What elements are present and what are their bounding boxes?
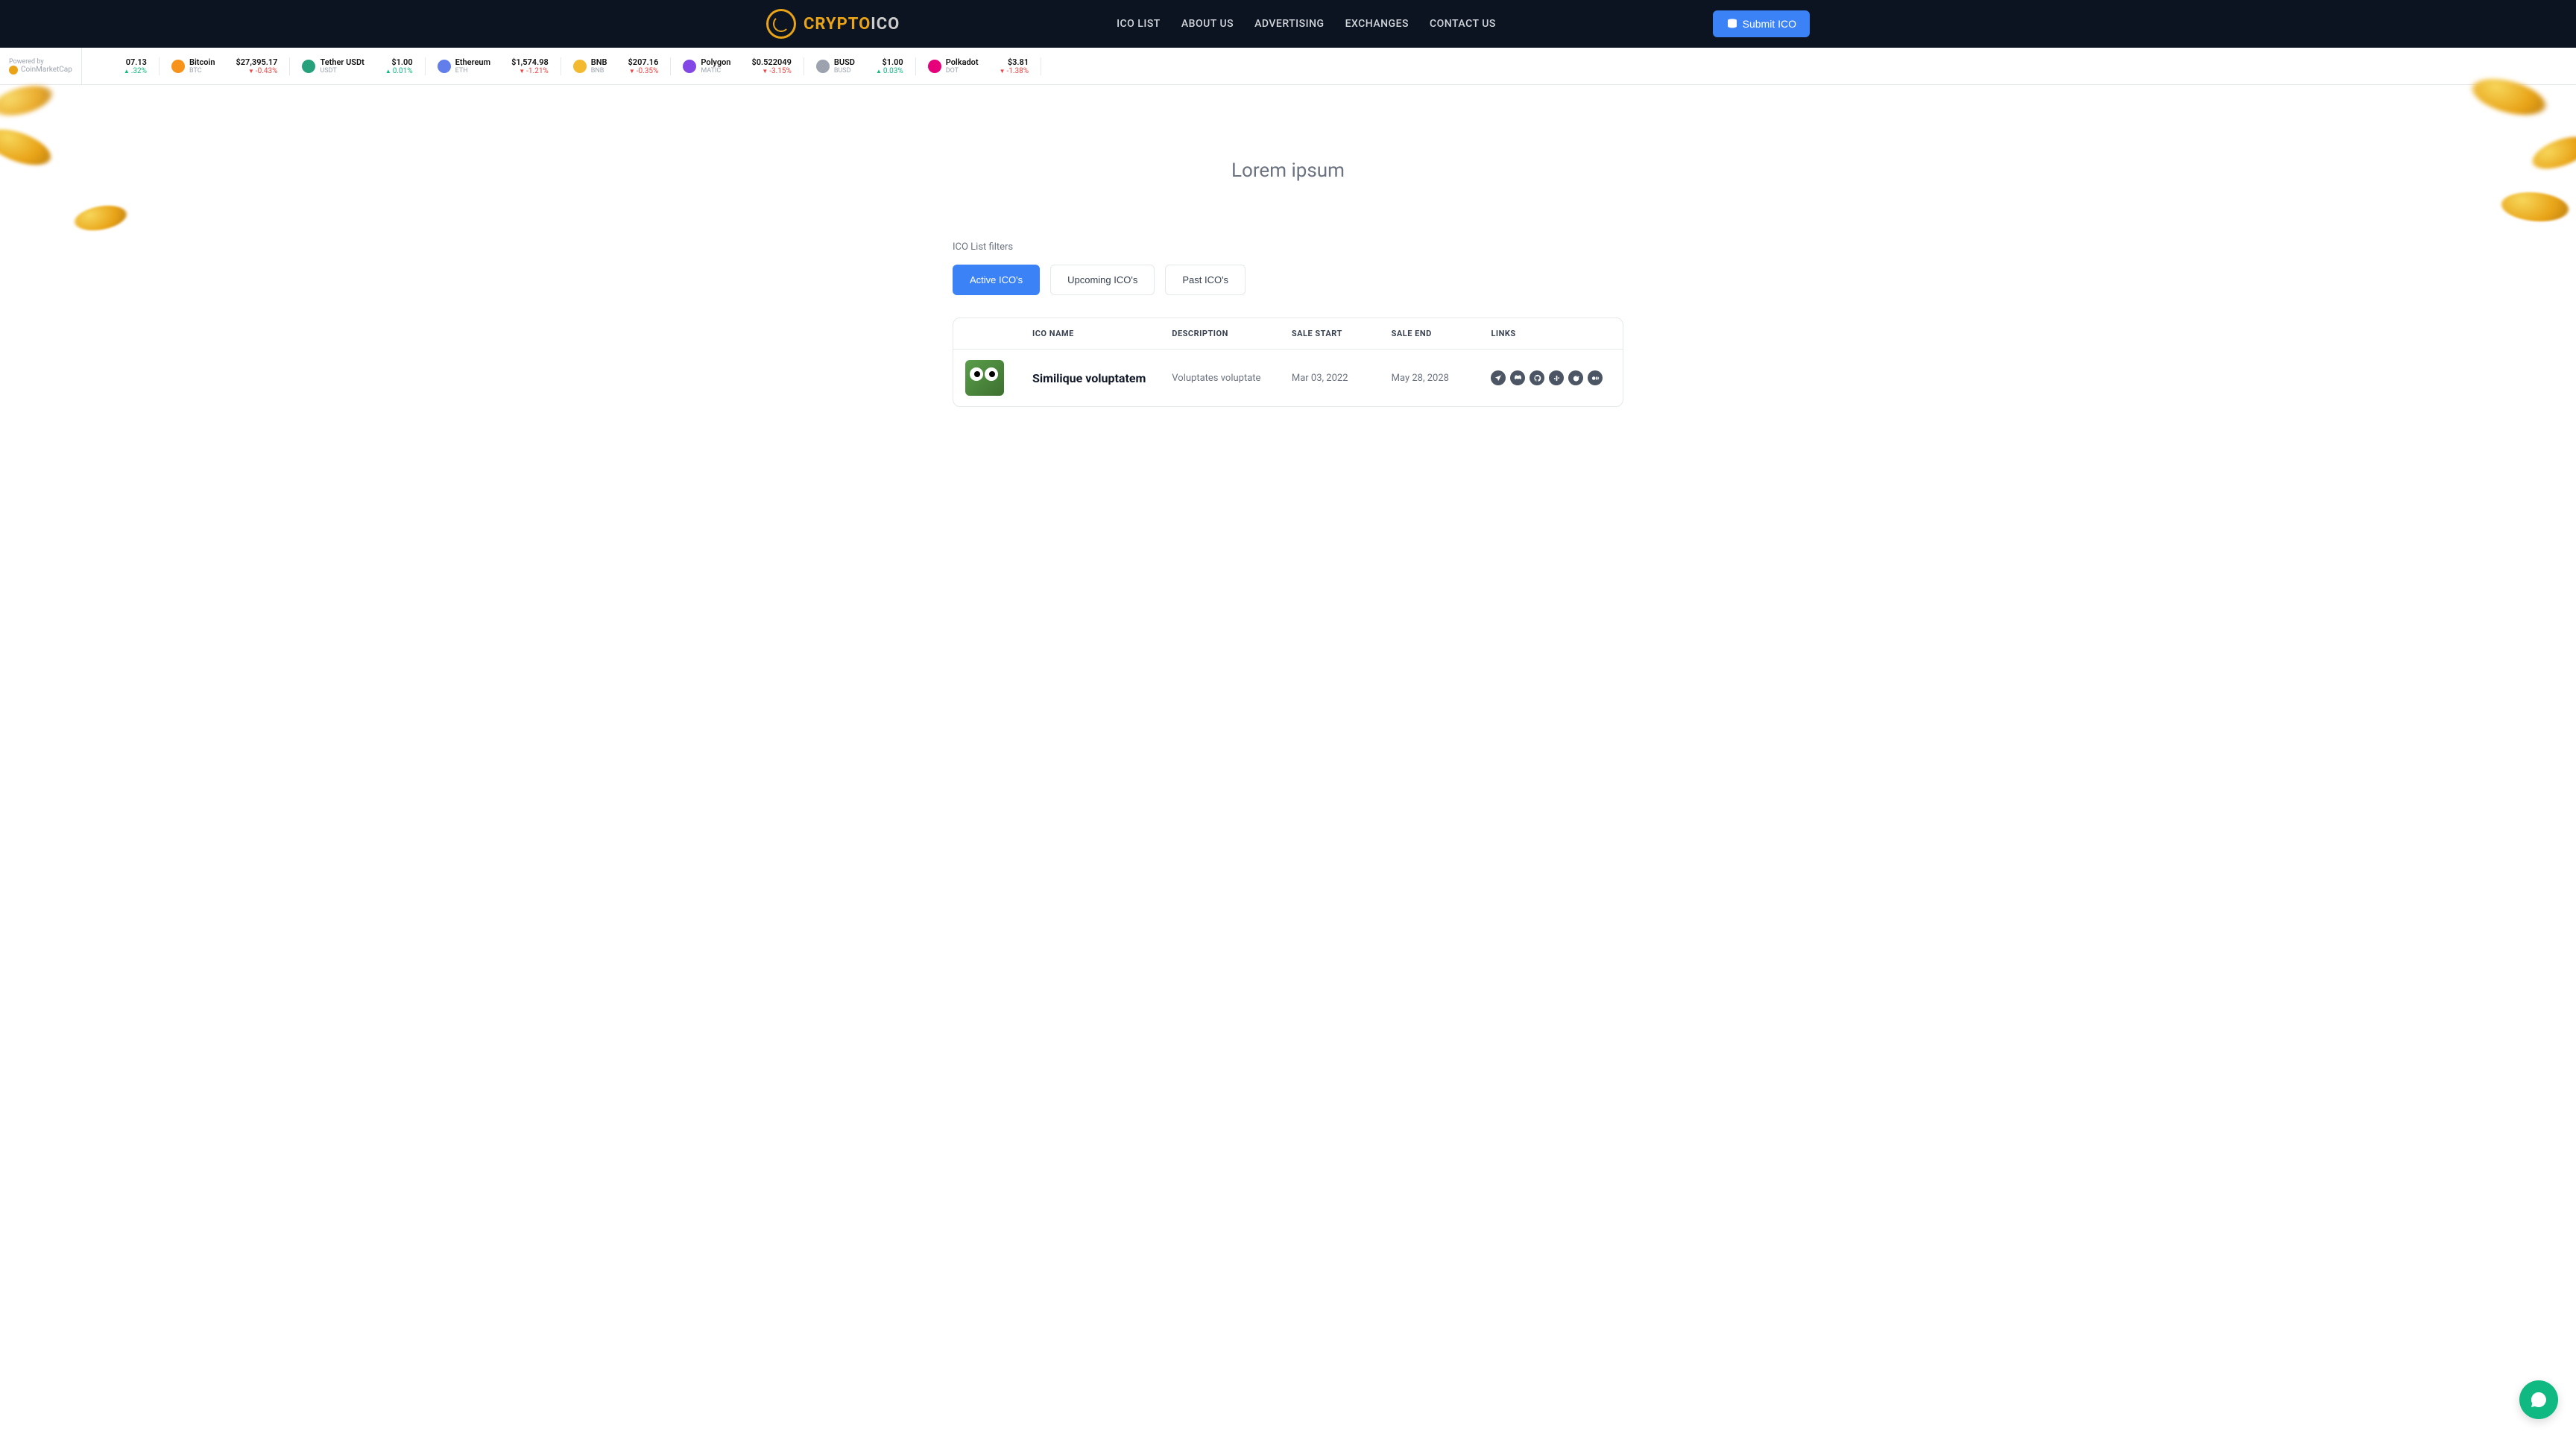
github-icon[interactable] [1530,370,1544,385]
ico-image [965,360,1004,396]
ticker-item[interactable]: PolkadotDOT $3.81▼-1.38% [916,57,1041,75]
coin-icon [171,60,185,73]
ico-name: Similique voluptatem [1032,371,1172,385]
coinmarketcap-icon [9,66,18,75]
coin-icon [573,60,587,73]
coin-icon [302,60,315,73]
th-sale-start: SALE START [1292,329,1392,338]
ico-description: Voluptates voluptate [1172,373,1292,384]
table-header: ICO NAME DESCRIPTION SALE START SALE END… [953,318,1623,350]
filters-label: ICO List filters [953,241,1623,253]
submit-ico-button[interactable]: Submit ICO [1713,10,1810,37]
site-header: CRYPTOICO ICO LIST ABOUT US ADVERTISING … [0,0,2576,48]
reddit-icon[interactable] [1568,370,1583,385]
th-sale-end: SALE END [1392,329,1491,338]
ticker-item[interactable]: 07.13▲.32% [97,57,160,75]
ticker-items: 07.13▲.32% BitcoinBTC $27,395.17▼-0.43% … [97,57,1041,75]
filter-past[interactable]: Past ICO's [1165,265,1246,295]
ico-sale-start: Mar 03, 2022 [1292,373,1392,384]
logo[interactable]: CRYPTOICO [766,9,900,39]
coin-icon [928,60,941,73]
ico-sale-end: May 28, 2028 [1392,373,1491,384]
nav-ico-list[interactable]: ICO LIST [1117,18,1161,30]
ticker-item[interactable]: BitcoinBTC $27,395.17▼-0.43% [160,57,290,75]
coin-icon [816,60,830,73]
th-name: ICO NAME [1032,329,1172,338]
main-nav: ICO LIST ABOUT US ADVERTISING EXCHANGES … [1117,18,1496,30]
table-row[interactable]: Similique voluptatem Voluptates voluptat… [953,350,1623,406]
ico-links [1491,370,1611,385]
slack-icon[interactable] [1549,370,1564,385]
nav-advertising[interactable]: ADVERTISING [1254,18,1324,30]
chat-icon [2530,1391,2548,1409]
database-icon [1726,18,1738,30]
logo-icon [766,9,796,39]
ticker-item[interactable]: PolygonMATIC $0.522049▼-3.15% [671,57,804,75]
medium-icon[interactable] [1588,370,1603,385]
th-description: DESCRIPTION [1172,329,1292,338]
ico-table: ICO NAME DESCRIPTION SALE START SALE END… [953,318,1623,407]
coin-icon [438,60,451,73]
nav-exchanges[interactable]: EXCHANGES [1345,18,1409,30]
nav-contact-us[interactable]: CONTACT US [1430,18,1496,30]
decorative-coins-right [2442,75,2576,261]
th-links: LINKS [1491,329,1611,338]
coin-icon [683,60,696,73]
filter-upcoming[interactable]: Upcoming ICO's [1050,265,1155,295]
filter-tabs: Active ICO's Upcoming ICO's Past ICO's [953,265,1623,295]
logo-text: CRYPTOICO [804,15,900,34]
ticker-item[interactable]: BNBBNB $207.16▼-0.35% [561,57,672,75]
ticker-powered-by: Powered by CoinMarketCap [9,48,82,84]
ticker-item[interactable]: EthereumETH $1,574.98▼-1.21% [426,57,561,75]
decorative-coins-left [0,75,134,261]
page-title: Lorem ipsum [953,160,1623,182]
ticker-item[interactable]: BUSDBUSD $1.00▲0.03% [804,57,916,75]
nav-about-us[interactable]: ABOUT US [1181,18,1234,30]
filter-active[interactable]: Active ICO's [953,265,1040,295]
ticker-item[interactable]: Tether USDtUSDT $1.00▲0.01% [290,57,425,75]
crypto-ticker: Powered by CoinMarketCap 07.13▲.32% Bitc… [0,48,2576,85]
telegram-icon[interactable] [1491,370,1506,385]
chat-button[interactable] [2519,1380,2558,1419]
discord-icon[interactable] [1510,370,1525,385]
